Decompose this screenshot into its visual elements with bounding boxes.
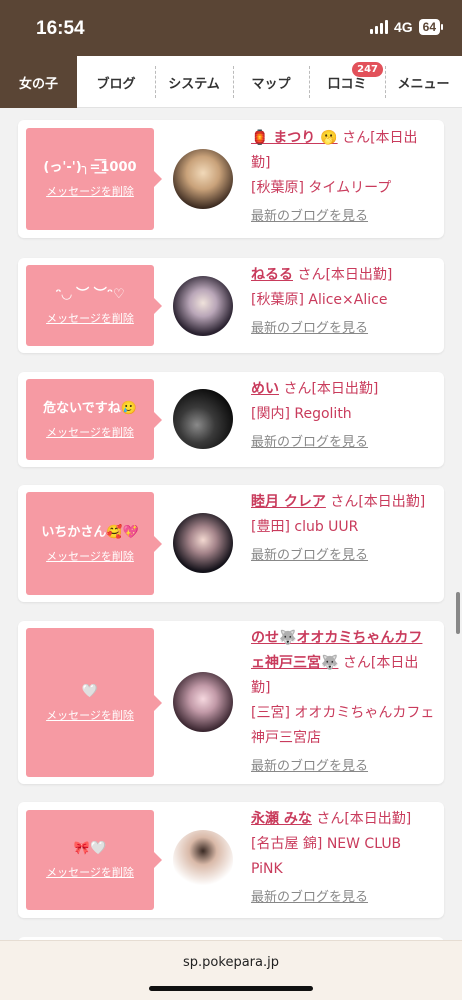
- tab-girls[interactable]: 女の子: [0, 56, 77, 108]
- tab-label: マップ: [251, 76, 291, 92]
- message-bubble: 🤍 メッセージを削除: [26, 628, 162, 777]
- avatar[interactable]: [173, 389, 233, 449]
- list-item: いちかさん🥰💖 メッセージを削除 睦月 クレア さん[本日出勤] [豊田] cl…: [18, 485, 444, 602]
- message-text: 🤍: [81, 683, 99, 699]
- scrollbar[interactable]: [456, 592, 460, 634]
- shop-name: [名古屋 錦] NEW CLUB PiNK: [251, 836, 402, 877]
- girl-name-link[interactable]: 🏮 まつり 🫢: [251, 130, 338, 146]
- latest-blog-link[interactable]: 最新のブログを見る: [251, 204, 436, 229]
- status-bar: 16:54 4G 64: [0, 0, 462, 56]
- tab-blog[interactable]: ブログ: [77, 56, 155, 108]
- list-item: ᵔ◡ ︶ ︶ᵔ♡ メッセージを削除 ねるる さん[本日出勤] [秋葉原] Ali…: [18, 258, 444, 353]
- delete-message-link[interactable]: メッセージを削除: [46, 310, 134, 326]
- tab-system[interactable]: システム: [155, 56, 233, 108]
- tab-reviews[interactable]: 口コミ 247: [309, 56, 385, 108]
- girl-info: 睦月 クレア さん[本日出勤] [豊田] club UUR 最新のブログを見る: [251, 490, 436, 568]
- delete-message-link[interactable]: メッセージを削除: [46, 864, 134, 880]
- shop-name: [秋葉原] Alice×Alice: [251, 292, 388, 308]
- girl-name-link[interactable]: 睦月 クレア: [251, 494, 326, 510]
- url-text: sp.pokepara.jp: [183, 955, 279, 970]
- girl-info: 🏮 まつり 🫢 さん[本日出勤] [秋葉原] タイムリープ 最新のブログを見る: [251, 126, 436, 229]
- delete-message-link[interactable]: メッセージを削除: [46, 707, 134, 723]
- girl-name-link[interactable]: ねるる: [251, 267, 293, 283]
- shop-name: [豊田] club UUR: [251, 519, 359, 535]
- latest-blog-link[interactable]: 最新のブログを見る: [251, 754, 436, 779]
- girl-info: めい さん[本日出勤] [関内] Regolith 最新のブログを見る: [251, 377, 436, 455]
- avatar[interactable]: [173, 276, 233, 336]
- delete-message-link[interactable]: メッセージを削除: [46, 183, 134, 199]
- girl-info: 永瀬 みな さん[本日出勤] [名古屋 錦] NEW CLUB PiNK 最新の…: [251, 807, 436, 910]
- tab-map[interactable]: マップ: [233, 56, 309, 108]
- avatar[interactable]: [173, 149, 233, 209]
- nav-tabs: 女の子 ブログ システム マップ 口コミ 247 メニュー: [0, 56, 462, 108]
- message-bubble: ᵔ◡ ︶ ︶ᵔ♡ メッセージを削除: [26, 265, 162, 346]
- status-text: さん[本日出勤]: [330, 494, 426, 510]
- message-bubble: (っ'-')╮=͟͟͞͞1000 メッセージを削除: [26, 128, 162, 230]
- home-indicator[interactable]: [149, 986, 313, 991]
- delete-message-link[interactable]: メッセージを削除: [46, 424, 134, 440]
- status-indicators: 4G 64: [369, 19, 444, 35]
- latest-blog-link[interactable]: 最新のブログを見る: [251, 543, 436, 568]
- status-text: さん[本日出勤]: [297, 267, 393, 283]
- girl-name-link[interactable]: 永瀬 みな: [251, 811, 312, 827]
- latest-blog-link[interactable]: 最新のブログを見る: [251, 885, 436, 910]
- avatar[interactable]: [173, 830, 233, 890]
- girl-info: ねるる さん[本日出勤] [秋葉原] Alice×Alice 最新のブログを見る: [251, 263, 436, 341]
- avatar[interactable]: [173, 513, 233, 573]
- shop-name: [三宮] オオカミちゃんカフェ神戸三宮店: [251, 705, 435, 746]
- list-item: 🤍 メッセージを削除 のせ🐺オオカミちゃんカフェ神戸三宮🐺 さん[本日出勤] […: [18, 621, 444, 784]
- network-type: 4G: [393, 19, 413, 35]
- latest-blog-link[interactable]: 最新のブログを見る: [251, 430, 436, 455]
- girl-info: のせ🐺オオカミちゃんカフェ神戸三宮🐺 さん[本日出勤] [三宮] オオカミちゃん…: [251, 626, 436, 779]
- message-text: (っ'-')╮=͟͟͞͞1000: [43, 160, 137, 175]
- message-bubble: いちかさん🥰💖 メッセージを削除: [26, 492, 162, 595]
- shop-name: [秋葉原] タイムリープ: [251, 180, 392, 196]
- tab-label: 女の子: [18, 76, 58, 92]
- list-item: 危ないですね🥲 メッセージを削除 めい さん[本日出勤] [関内] Regoli…: [18, 372, 444, 467]
- tab-menu[interactable]: メニュー: [385, 56, 462, 108]
- tab-label: メニュー: [397, 76, 450, 92]
- girl-name-link[interactable]: めい: [251, 381, 279, 397]
- battery-icon: 64: [418, 19, 444, 35]
- signal-icon: [369, 20, 388, 34]
- list-item: 🎀🤍 メッセージを削除 永瀬 みな さん[本日出勤] [名古屋 錦] NEW C…: [18, 802, 444, 918]
- message-list: (っ'-')╮=͟͟͞͞1000 メッセージを削除 🏮 まつり 🫢 さん[本日出…: [0, 108, 462, 940]
- message-bubble: 🎀🤍 メッセージを削除: [26, 810, 162, 910]
- message-text: 🎀🤍: [73, 841, 107, 856]
- tab-label: ブログ: [96, 76, 136, 92]
- list-item: (っ'-')╮=͟͟͞͞1000 メッセージを削除 🏮 まつり 🫢 さん[本日出…: [18, 120, 444, 238]
- message-text: 危ないですね🥲: [43, 400, 137, 416]
- latest-blog-link[interactable]: 最新のブログを見る: [251, 316, 436, 341]
- shop-name: [関内] Regolith: [251, 406, 352, 422]
- message-bubble: 危ないですね🥲 メッセージを削除: [26, 379, 162, 460]
- delete-message-link[interactable]: メッセージを削除: [46, 548, 134, 564]
- avatar[interactable]: [173, 672, 233, 732]
- message-text: いちかさん🥰💖: [41, 524, 139, 540]
- status-time: 16:54: [36, 18, 85, 39]
- message-text: ᵔ◡ ︶ ︶ᵔ♡: [55, 286, 125, 302]
- reviews-count-badge: 247: [352, 62, 383, 77]
- status-text: さん[本日出勤]: [283, 381, 379, 397]
- status-text: さん[本日出勤]: [316, 811, 412, 827]
- tab-label: システム: [168, 76, 220, 92]
- address-bar[interactable]: sp.pokepara.jp: [0, 940, 462, 1000]
